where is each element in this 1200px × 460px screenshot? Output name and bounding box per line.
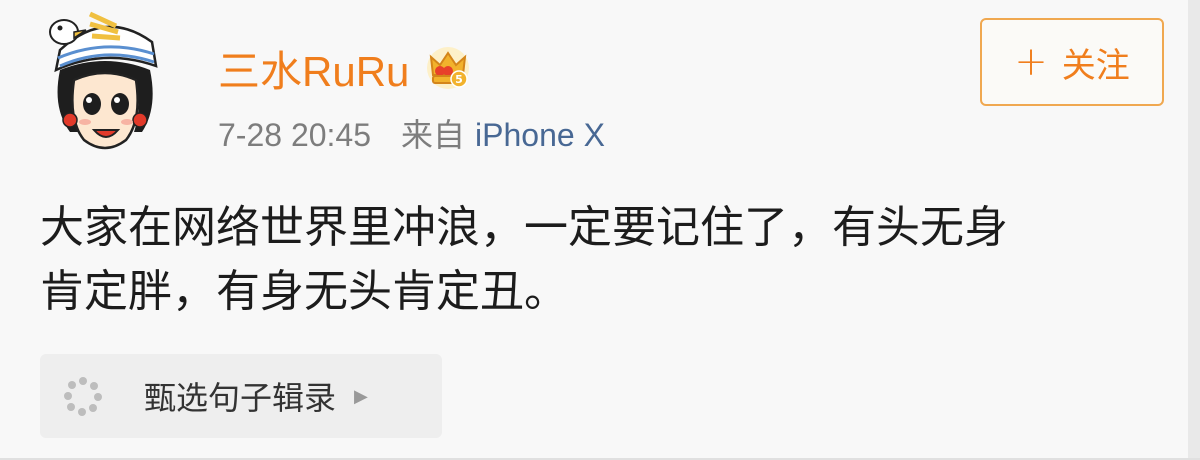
pinwheel-dots-icon [64,377,102,416]
device-link[interactable]: iPhone X [475,117,605,154]
post-meta: 7-28 20:45 来自 iPhone X [218,110,605,156]
weibo-post: 三水RuRu 5 7-28 20:45 来自 iPhone X + 关注 大家在… [0,0,1200,460]
crown-vip-icon[interactable]: 5 [425,45,471,91]
edge-divider [1188,0,1200,460]
username[interactable]: 三水RuRu [218,38,409,99]
follow-button[interactable]: + 关注 [980,18,1164,106]
svg-text:5: 5 [456,73,464,86]
plus-icon: + [1014,39,1048,85]
topic-label: 甄选句子辑录 [144,379,337,417]
source-label: 来自 [401,117,466,153]
content-line: 肯定胖，有身无头肯定丑。 [40,266,568,317]
username-row: 三水RuRu 5 [218,38,471,98]
content-line: 大家在网络世界里冲浪，一定要记住了，有头无身 [40,202,1008,253]
post-time: 7-28 20:45 [218,117,372,153]
triangle-right-icon: ▶ [354,385,368,407]
avatar[interactable] [30,8,180,158]
follow-label: 关注 [1061,45,1130,86]
post-content: 大家在网络世界里冲浪，一定要记住了，有头无身 肯定胖，有身无头肯定丑。 [40,196,1160,324]
topic-card[interactable]: 甄选句子辑录 ▶ [40,354,442,438]
